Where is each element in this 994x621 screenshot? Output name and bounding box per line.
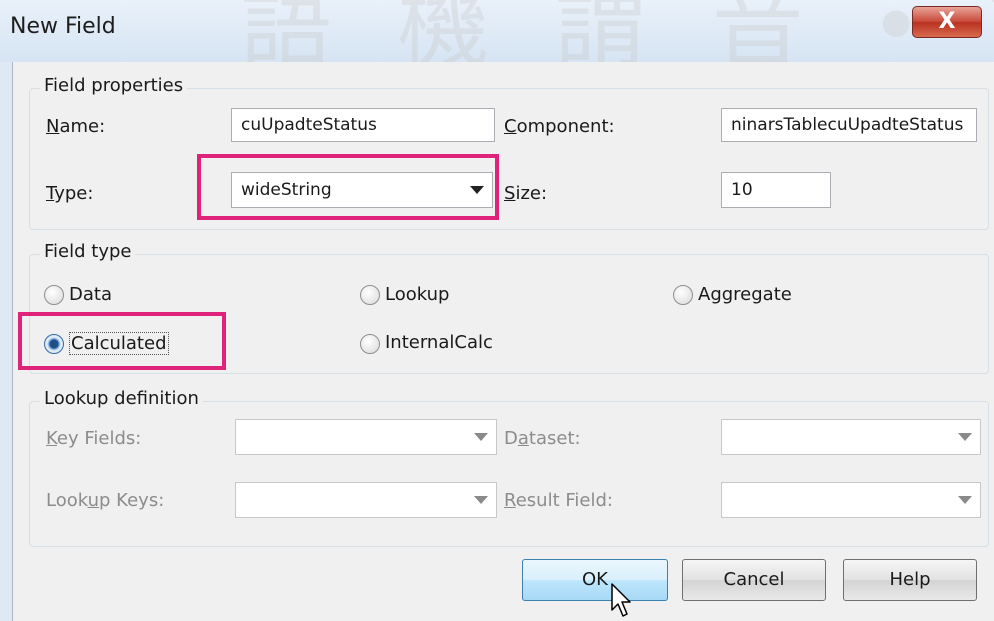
lookup-definition-title: Lookup definition [40, 388, 203, 409]
radio-lookup[interactable] [360, 285, 380, 305]
chevron-down-icon [958, 496, 972, 504]
name-label: Name: [46, 116, 106, 137]
name-input[interactable]: cuUpadteStatus [231, 108, 495, 142]
lookup-keys-label: Lookup Keys: [46, 490, 165, 511]
chevron-down-icon [474, 496, 488, 504]
lookup-keys-select[interactable] [235, 482, 497, 518]
radio-data[interactable] [44, 285, 64, 305]
radio-aggregate-label[interactable]: Aggregate [698, 284, 792, 305]
title-bar: 語 機 謂 音 • 譯 物 翻 的 New Field X [0, 0, 994, 80]
key-fields-label: Key Fields: [46, 428, 142, 449]
ok-button[interactable]: OK [522, 559, 668, 601]
size-label: Size: [504, 183, 548, 204]
component-label: Component: [504, 116, 615, 137]
size-input[interactable]: 10 [721, 172, 831, 208]
radio-internalcalc-label[interactable]: InternalCalc [385, 332, 493, 353]
dataset-label: Dataset: [504, 428, 581, 449]
close-icon[interactable]: X [939, 9, 956, 34]
type-label: Type: [46, 183, 94, 204]
chevron-down-icon [958, 433, 972, 441]
radio-lookup-label[interactable]: Lookup [385, 284, 449, 305]
chevron-down-icon [474, 433, 488, 441]
calculated-highlight-box [18, 312, 226, 370]
key-fields-select[interactable] [235, 419, 497, 455]
window-title: New Field [10, 14, 116, 39]
dialog-body: Field properties Name: cuUpadteStatus Co… [12, 62, 994, 621]
type-highlight-box [197, 154, 499, 220]
field-type-title: Field type [40, 241, 136, 262]
cancel-button[interactable]: Cancel [682, 559, 826, 601]
dataset-select[interactable] [721, 419, 981, 455]
radio-data-label[interactable]: Data [69, 284, 112, 305]
mouse-cursor-icon [611, 583, 631, 617]
radio-internalcalc[interactable] [360, 334, 380, 354]
field-properties-title: Field properties [40, 75, 188, 96]
radio-aggregate[interactable] [673, 285, 693, 305]
close-button[interactable]: X [912, 6, 982, 38]
component-input[interactable]: ninarsTablecuUpadteStatus [721, 108, 977, 142]
result-field-select[interactable] [721, 482, 981, 518]
help-button[interactable]: Help [843, 559, 977, 601]
result-field-label: Result Field: [504, 490, 613, 511]
